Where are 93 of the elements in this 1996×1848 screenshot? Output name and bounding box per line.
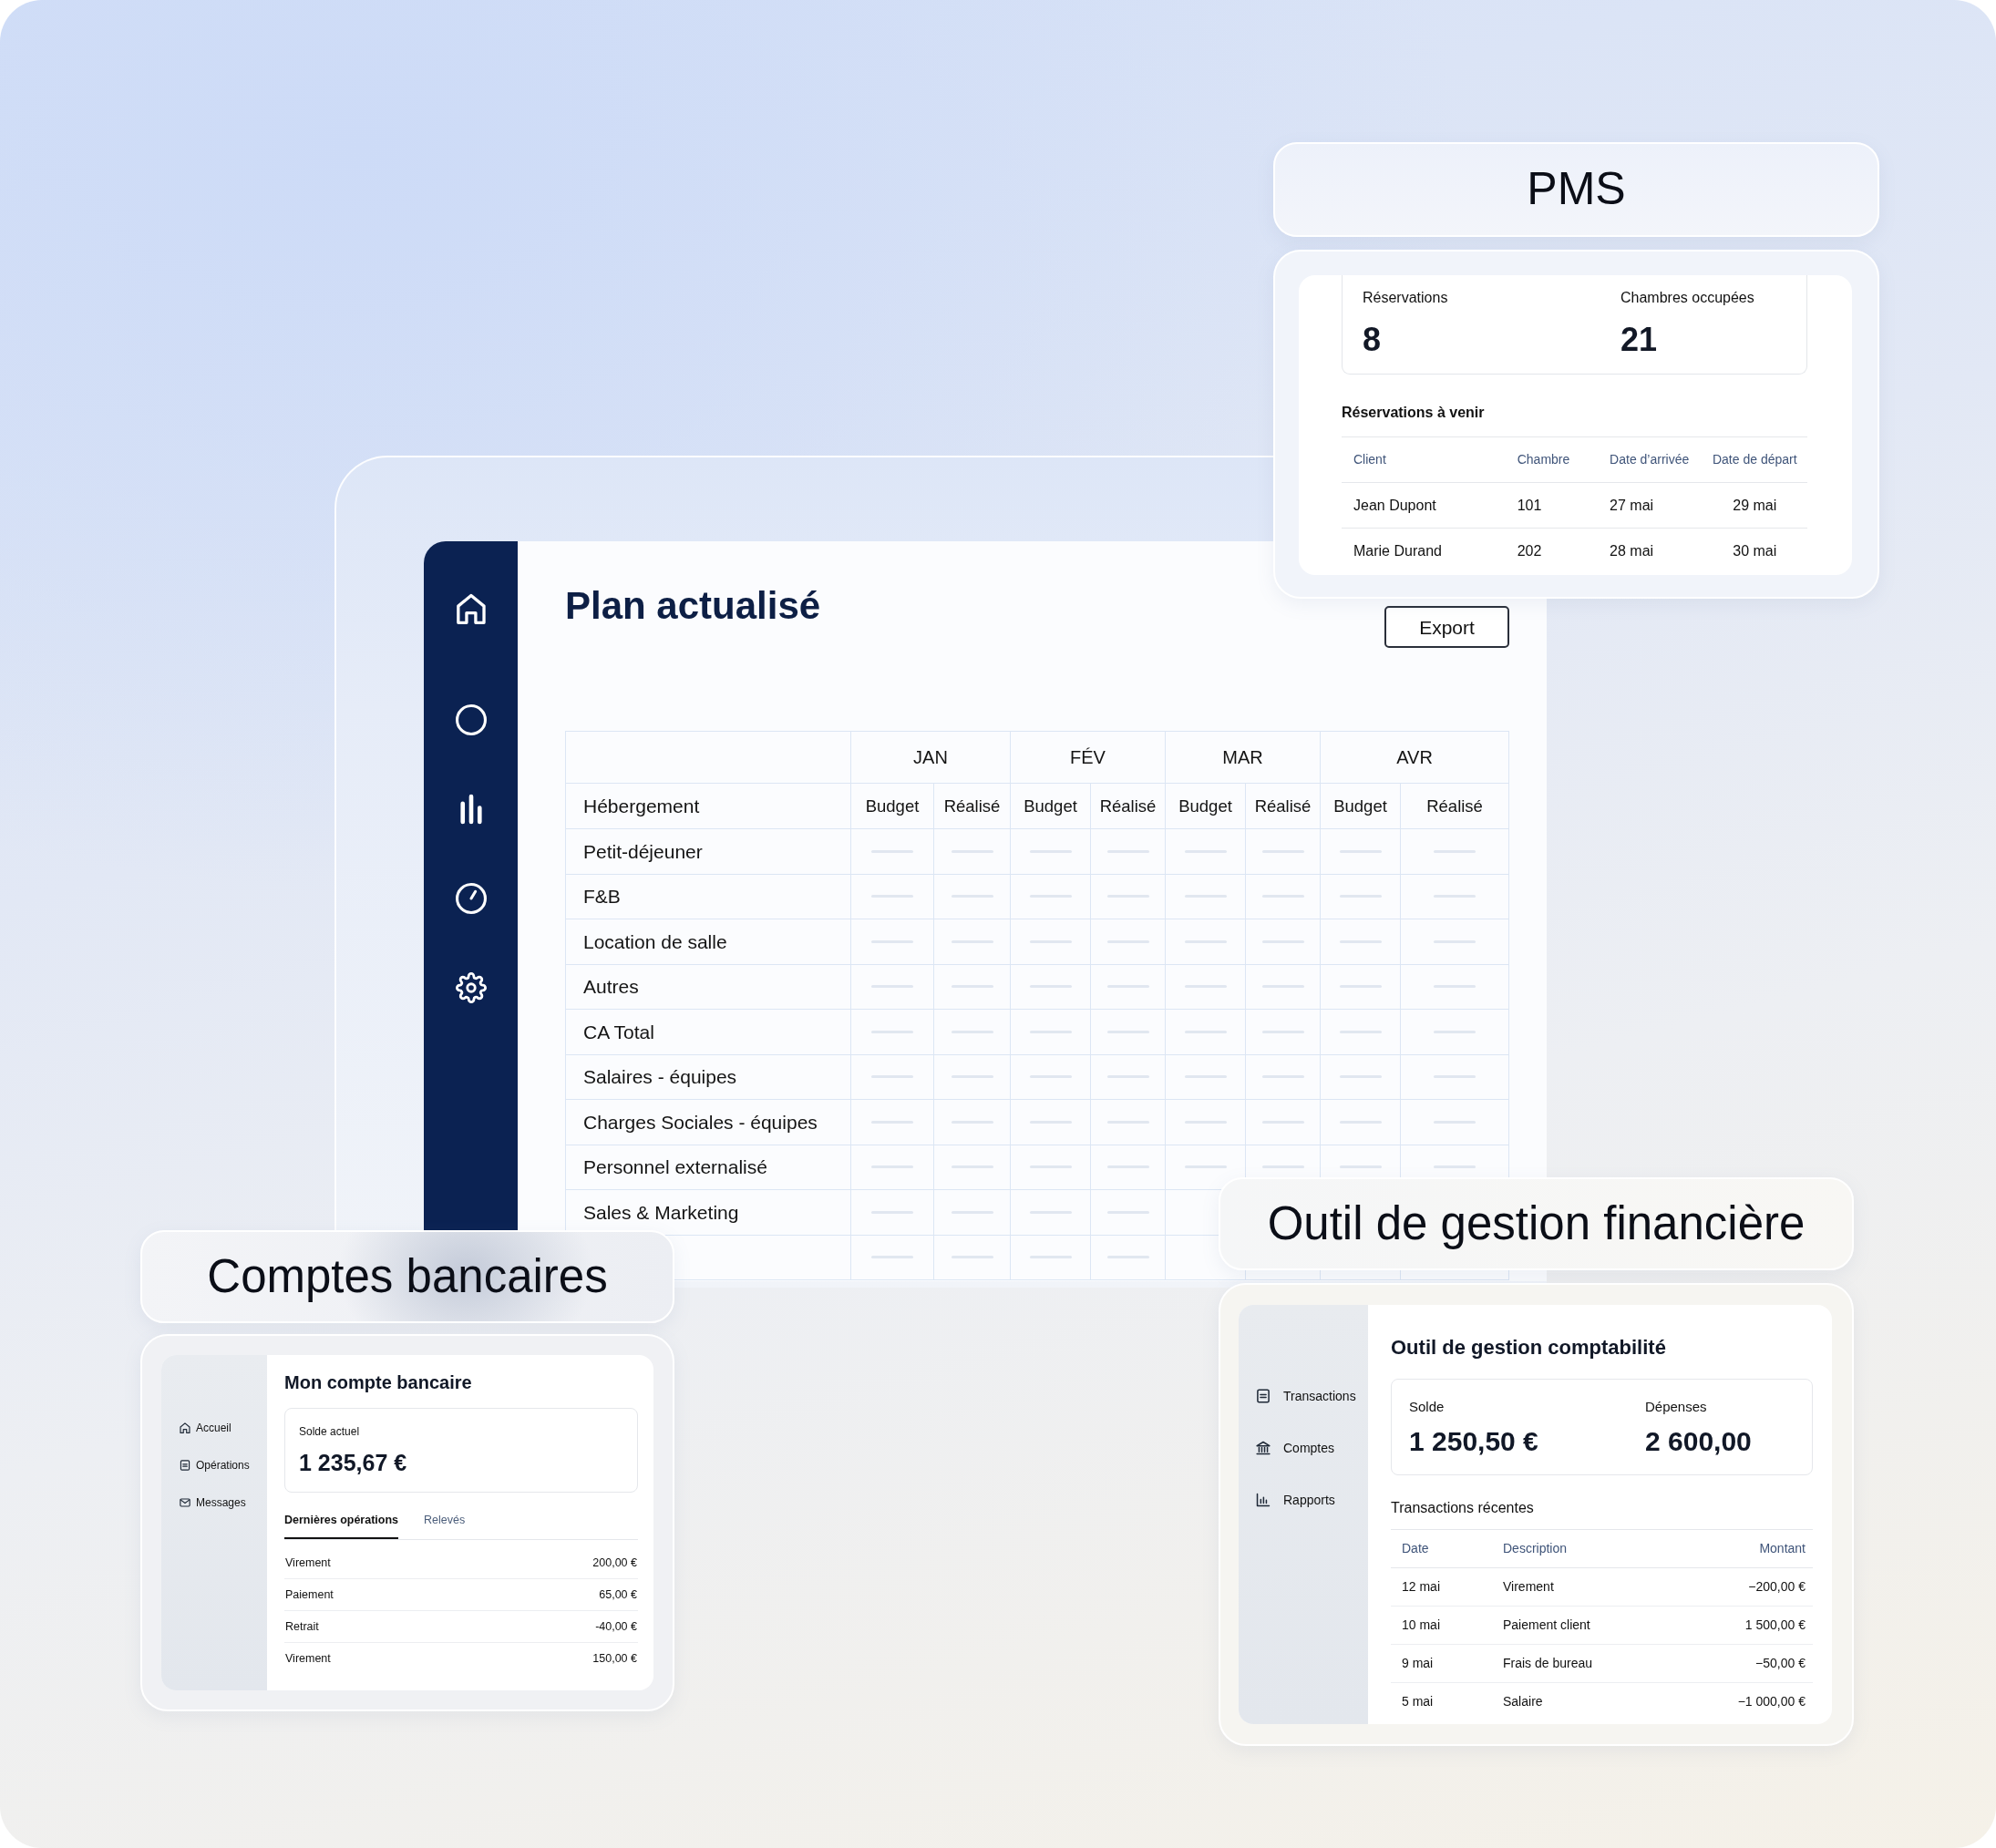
column-header: Date de départ [1702,436,1807,483]
table-cell: 28 mai [1598,528,1703,574]
month-header: MAR [1165,731,1321,784]
row-label: Personnel externalisé [565,1145,851,1190]
column-header: Date [1391,1529,1492,1568]
app-title: Outil de gestion comptabilité [1391,1336,1667,1360]
table-cell: 29 mai [1702,482,1807,529]
bank-icon [1256,1441,1271,1455]
stat-value: 8 [1363,320,1383,359]
document-icon [1256,1389,1271,1403]
balance-label: Solde actuel [299,1424,361,1439]
column-header: Réalisé [933,783,1011,829]
column-header: Réalisé [1090,783,1166,829]
table-cell: 101 [1505,482,1599,529]
settings-icon[interactable] [455,972,487,1003]
tab[interactable]: Relevés [424,1513,466,1539]
column-header: Réalisé [1400,783,1509,829]
stat-value: 21 [1620,320,1659,359]
tab[interactable]: Dernières opérations [284,1513,399,1539]
operation-label: Virement [285,1651,331,1668]
app-title: Mon compte bancaire [284,1371,473,1393]
stat-label: Chambres occupées [1620,289,1754,307]
month-header: JAN [850,731,1011,784]
stat-label: Réservations [1363,289,1449,307]
table-cell: Marie Durand [1342,528,1506,574]
nav-item[interactable]: Comptes [1256,1438,1368,1458]
stat-value: 2 600,00 [1645,1425,1752,1458]
table-cell: Salaire [1492,1682,1641,1721]
gauge-icon[interactable] [455,883,487,914]
column-header: Description [1492,1529,1641,1568]
export-button[interactable]: Export [1384,606,1510,648]
table-cell: 1 500,00 € [1641,1606,1813,1645]
column-header: Réalisé [1245,783,1321,829]
row-label: F&B [565,874,851,919]
month-header: FÉV [1010,731,1166,784]
column-header: Client [1342,436,1506,483]
column-header: Budget [1320,783,1401,829]
table-cell: 27 mai [1598,482,1703,529]
month-header: AVR [1320,731,1509,784]
nav-item[interactable]: Accueil [180,1419,267,1437]
card-title: PMS [1527,163,1626,216]
column-header: Montant [1641,1529,1813,1568]
stat-value: 1 250,50 € [1409,1425,1539,1458]
table-cell: 10 mai [1391,1606,1492,1645]
operation-label: Retrait [285,1618,319,1635]
column-header: Budget [1010,783,1091,829]
column-header: Budget [850,783,934,829]
row-label: CA Total [565,1009,851,1054]
envelope-icon [180,1497,190,1508]
column-header: Date d’arrivée [1598,436,1703,483]
operation-label: Virement [285,1555,331,1571]
row-label: Salaires - équipes [565,1054,851,1100]
circle-icon[interactable] [455,704,487,735]
card-title: Outil de gestion financière [1267,1196,1806,1251]
operation-amount: -40,00 € [595,1618,637,1635]
row-label: Charges Sociales - équipes [565,1099,851,1145]
table-cell: Jean Dupont [1342,482,1506,529]
table-cell: Frais de bureau [1492,1644,1641,1683]
column-header: Budget [1165,783,1246,829]
table-cell: Virement [1492,1567,1641,1607]
operation-amount: 150,00 € [592,1651,637,1668]
table-cell: −50,00 € [1641,1644,1813,1683]
table-cell: −200,00 € [1641,1567,1813,1607]
bar-chart-icon [1256,1493,1271,1507]
nav-item[interactable]: Messages [180,1494,267,1512]
balance-amount: 1 235,67 € [299,1449,408,1476]
section-title: Réservations à venir [1342,404,1486,422]
nav-item[interactable]: Opérations [180,1456,267,1474]
card-title: Comptes bancaires [207,1249,608,1304]
stat-label: Solde [1409,1398,1446,1415]
nav-item[interactable]: Transactions [1256,1386,1368,1406]
page-title: Plan actualisé [565,583,821,629]
row-label: Petit-déjeuner [565,828,851,874]
table-cell: −1 000,00 € [1641,1682,1813,1721]
nav-item[interactable]: Rapports [1256,1490,1368,1510]
section-title: Transactions récentes [1391,1499,1535,1517]
column-header: Chambre [1505,436,1599,483]
table-cell: 9 mai [1391,1644,1492,1683]
table-cell: 12 mai [1391,1567,1492,1607]
table-cell: 202 [1505,528,1599,574]
operation-label: Paiement [285,1586,334,1603]
table-cell: Paiement client [1492,1606,1641,1645]
row-label: Autres [565,964,851,1010]
home-icon[interactable] [455,593,487,624]
operation-amount: 200,00 € [592,1555,637,1571]
table-cell: 30 mai [1702,528,1807,574]
row-label: Hébergement [565,783,851,829]
home-icon [180,1422,190,1433]
document-icon [180,1460,190,1471]
row-label: Location de salle [565,919,851,964]
table-cell: 5 mai [1391,1682,1492,1721]
stat-label: Dépenses [1645,1398,1708,1415]
operation-amount: 65,00 € [599,1586,637,1603]
